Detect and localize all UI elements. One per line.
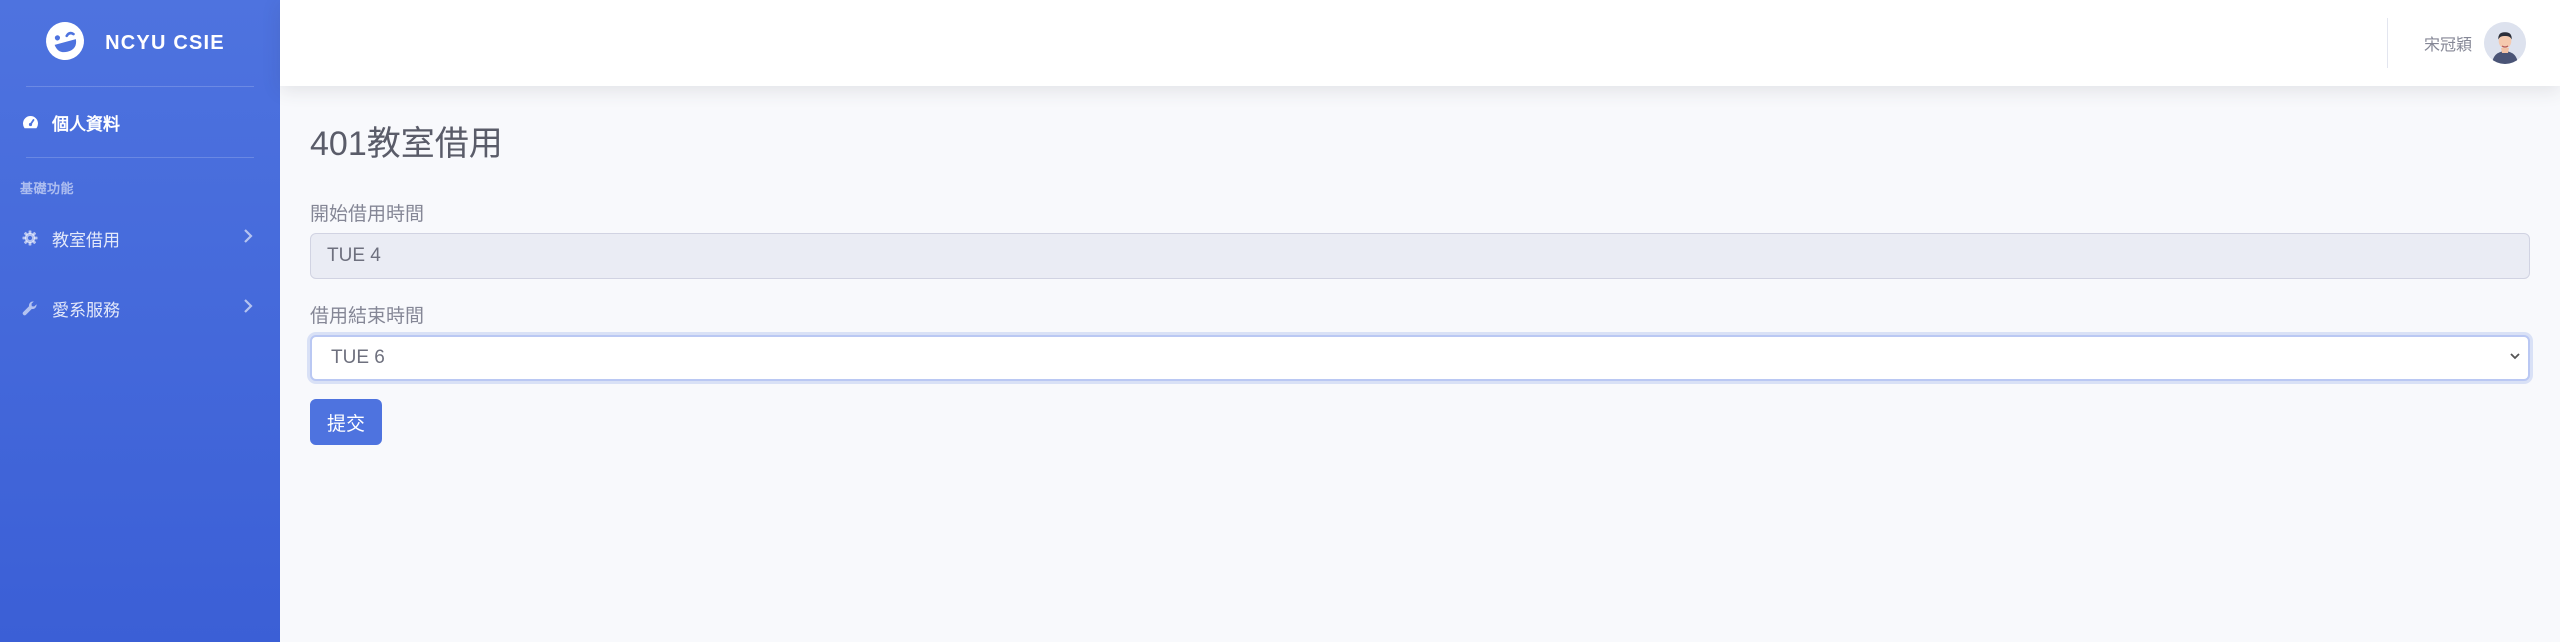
main-area: 宋冠穎 401教室借用 開始借用時間 TUE 4 借用結束時間 TUE 6 提交 [280, 0, 2560, 642]
end-time-value: TUE 6 [331, 347, 385, 368]
tachometer-icon [20, 112, 40, 132]
end-time-label: 借用結束時間 [310, 306, 425, 327]
app-root: NCYU CSIE 個人資料 基礎功能 教室借用 愛系服務 宋冠穎 401教室借… [0, 0, 2560, 642]
gear-icon [20, 228, 40, 248]
content: 401教室借用 開始借用時間 TUE 4 借用結束時間 TUE 6 提交 [280, 86, 2560, 473]
sidebar-item-label: 個人資料 [52, 114, 120, 134]
sidebar-item-label: 教室借用 [52, 230, 120, 250]
user-name[interactable]: 宋冠穎 [2424, 31, 2472, 55]
sidebar-item-classroom[interactable]: 教室借用 [0, 203, 280, 273]
topbar: 宋冠穎 [280, 0, 2560, 86]
sidebar: NCYU CSIE 個人資料 基礎功能 教室借用 愛系服務 [0, 0, 280, 642]
wrench-icon [20, 298, 40, 318]
page-title: 401教室借用 [310, 125, 503, 163]
start-time-field: TUE 4 [310, 233, 2530, 279]
sidebar-brand[interactable]: NCYU CSIE [0, 0, 280, 86]
sidebar-item-profile[interactable]: 個人資料 [0, 87, 280, 157]
brand-name: NCYU CSIE [105, 31, 225, 54]
sidebar-item-label: 愛系服務 [52, 300, 120, 320]
submit-button[interactable]: 提交 [310, 399, 383, 445]
user-avatar-icon[interactable] [2484, 22, 2526, 64]
sidebar-heading: 基礎功能 [20, 181, 75, 196]
sidebar-item-service[interactable]: 愛系服務 [0, 273, 280, 343]
start-time-label: 開始借用時間 [310, 204, 425, 225]
chevron-right-icon [242, 228, 260, 249]
end-time-select[interactable]: TUE 6 [310, 335, 2530, 381]
laugh-wink-icon [45, 21, 85, 66]
start-time-value: TUE 4 [327, 245, 381, 266]
chevron-down-icon [2508, 347, 2522, 369]
topbar-divider [2386, 18, 2388, 68]
chevron-right-icon [242, 298, 260, 319]
